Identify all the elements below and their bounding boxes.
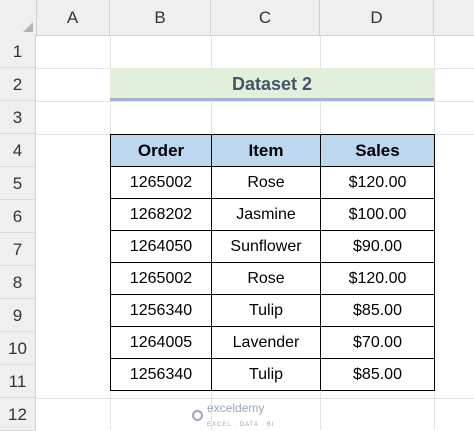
data-table: Order Item Sales 1265002 Rose $120.00 12… [110,134,435,391]
order-cell[interactable]: 1264005 [110,326,212,359]
item-cell[interactable]: Rose [211,166,321,199]
order-cell[interactable]: 1268202 [110,198,212,231]
table-row: 1264050 Sunflower $90.00 [110,230,435,263]
select-all-triangle-icon [23,22,33,32]
column-header-b[interactable]: B [110,0,211,35]
row-header-6[interactable]: 6 [0,200,36,233]
item-cell[interactable]: Tulip [211,294,321,327]
column-header-bar: A B C D [0,0,474,36]
column-header-a[interactable]: A [36,0,110,35]
sales-cell[interactable]: $120.00 [320,166,435,199]
item-cell[interactable]: Rose [211,262,321,295]
row-header-12[interactable]: 12 [0,398,36,431]
order-cell[interactable]: 1256340 [110,294,212,327]
watermark-name: exceldemy [207,401,265,415]
row-header-2[interactable]: 2 [0,68,36,101]
table-row: 1256340 Tulip $85.00 [110,294,435,327]
gridline [36,398,474,399]
order-cell[interactable]: 1256340 [110,358,212,391]
row-header-4[interactable]: 4 [0,134,36,167]
sales-cell[interactable]: $70.00 [320,326,435,359]
table-row: 1268202 Jasmine $100.00 [110,198,435,231]
item-cell[interactable]: Sunflower [211,230,321,263]
watermark-tagline: EXCEL · DATA · BI [207,422,275,428]
item-cell[interactable]: Lavender [211,326,321,359]
sales-cell[interactable]: $85.00 [320,358,435,391]
row-header-8[interactable]: 8 [0,266,36,299]
order-cell[interactable]: 1265002 [110,166,212,199]
table-row: 1264005 Lavender $70.00 [110,326,435,359]
table-header-row: Order Item Sales [110,134,435,167]
sales-cell[interactable]: $100.00 [320,198,435,231]
order-cell[interactable]: 1264050 [110,230,212,263]
table-row: 1265002 Rose $120.00 [110,262,435,295]
item-cell[interactable]: Tulip [211,358,321,391]
dataset-title-cell[interactable]: Dataset 2 [110,68,434,101]
row-header-11[interactable]: 11 [0,365,36,398]
header-item[interactable]: Item [211,134,321,167]
row-header-10[interactable]: 10 [0,332,36,365]
item-cell[interactable]: Jasmine [211,198,321,231]
sales-cell[interactable]: $90.00 [320,230,435,263]
header-sales[interactable]: Sales [320,134,435,167]
exceldemy-logo-icon [192,409,203,421]
order-cell[interactable]: 1265002 [110,262,212,295]
row-header-9[interactable]: 9 [0,299,36,332]
header-order[interactable]: Order [110,134,212,167]
exceldemy-watermark: exceldemy EXCEL · DATA · BI [192,401,275,429]
sales-cell[interactable]: $120.00 [320,262,435,295]
table-row: 1265002 Rose $120.00 [110,166,435,199]
select-all-corner[interactable] [0,0,37,35]
spreadsheet: A B C D 1 2 3 4 5 6 7 8 9 10 11 12 Datas… [0,0,474,431]
row-header-3[interactable]: 3 [0,101,36,134]
row-header-7[interactable]: 7 [0,233,36,266]
row-header-5[interactable]: 5 [0,167,36,200]
table-row: 1256340 Tulip $85.00 [110,358,435,391]
column-header-d[interactable]: D [320,0,434,35]
row-header-1[interactable]: 1 [0,35,36,68]
sales-cell[interactable]: $85.00 [320,294,435,327]
column-header-c[interactable]: C [211,0,320,35]
gridline [36,101,474,102]
